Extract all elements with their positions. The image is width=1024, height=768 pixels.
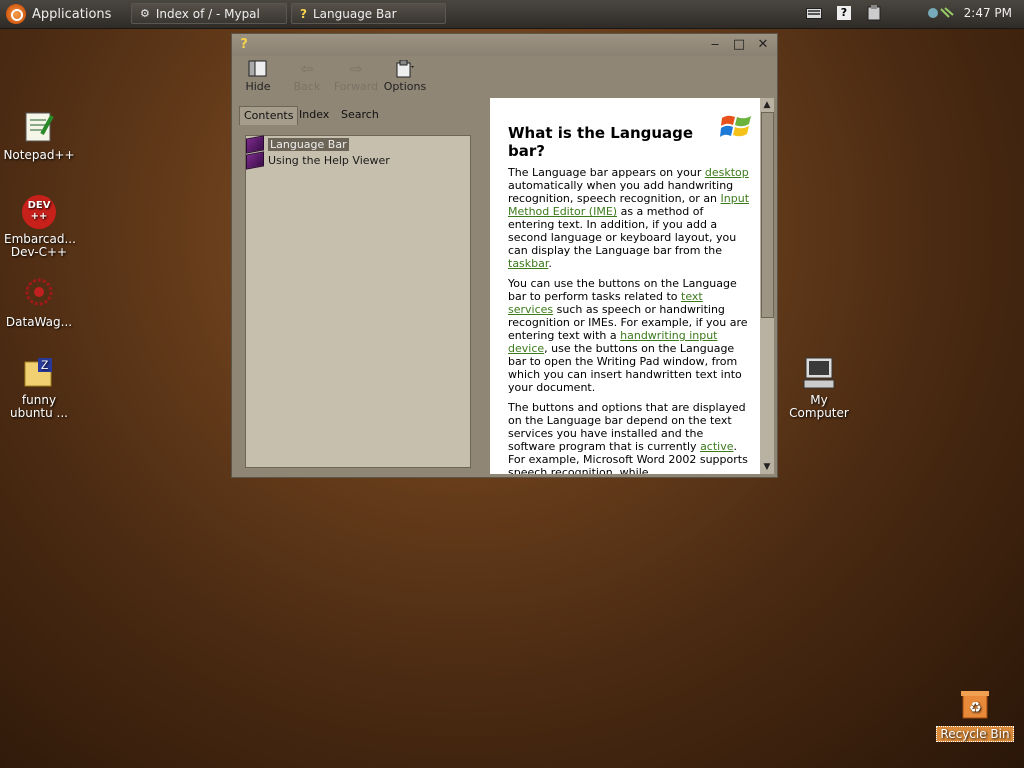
paragraph-2: You can use the buttons on the Language … [508, 277, 750, 394]
clock[interactable]: 2:47 PM [964, 6, 1012, 20]
options-label: Options [383, 80, 427, 93]
tab-label: Search [341, 108, 379, 121]
forward-label: Forward [333, 80, 379, 93]
options-icon [381, 59, 429, 78]
tab-label: Contents [244, 109, 294, 122]
clipboard-icon[interactable] [864, 4, 884, 22]
desktop-icon-label: Notepad++ [3, 148, 75, 162]
text-span: , use the buttons on the Language bar to… [508, 342, 742, 394]
text-span: The Language bar appears on your [508, 166, 705, 179]
help-toolbar: Hide ⇦ Back ⇨ Forward Options [232, 56, 777, 100]
forward-button[interactable]: ⇨ Forward [332, 60, 380, 93]
keyboard-icon[interactable] [804, 4, 824, 22]
navigation-pane: Contents Index Search Language Bar Using… [237, 102, 475, 472]
ubuntu-logo-icon [6, 4, 26, 24]
notepad-icon [22, 110, 56, 144]
desktop-icon-label: My Computer [789, 393, 849, 420]
tab-index[interactable]: Index [295, 106, 333, 124]
back-button[interactable]: ⇦ Back [283, 60, 331, 93]
applications-menu[interactable]: Applications [6, 3, 111, 25]
desktop-icon-label: Recycle Bin [936, 726, 1014, 742]
hide-icon [234, 60, 282, 78]
maximize-button[interactable]: □ [731, 37, 747, 53]
taskbar-item-mypal[interactable]: ⚙ Index of / - Mypal [131, 3, 287, 24]
hide-button[interactable]: Hide [234, 60, 282, 93]
window-titlebar[interactable]: ? ‒ □ ✕ [232, 34, 777, 56]
browser-icon: ⚙ [140, 7, 150, 20]
tree-item-help-viewer[interactable]: Using the Help Viewer [246, 151, 390, 170]
computer-icon [802, 356, 836, 390]
top-panel: Applications ⚙ Index of / - Mypal ? Lang… [0, 0, 1024, 29]
close-button[interactable]: ✕ [755, 37, 771, 53]
devcpp-badge: DEV ++ [27, 200, 51, 222]
tree-item-label: Language Bar [268, 138, 349, 151]
network-icon[interactable] [924, 4, 956, 22]
minimize-button[interactable]: ‒ [707, 37, 723, 53]
applications-label: Applications [32, 6, 112, 22]
tab-search[interactable]: Search [337, 106, 383, 124]
tab-label: Index [299, 108, 330, 121]
paragraph-1: The Language bar appears on your desktop… [508, 166, 750, 270]
desktop-icon-devcpp[interactable]: DEV ++ Embarcad... Dev-C++ [0, 195, 79, 259]
help-tray-icon[interactable]: ? [834, 4, 854, 22]
zip-folder-icon: Z [22, 356, 56, 390]
desktop-icon-label: Embarcad... Dev-C++ [4, 232, 76, 259]
desktop-icon-datawag[interactable]: DataWag... [0, 277, 79, 329]
svg-text:Z: Z [41, 358, 48, 372]
scroll-up-icon[interactable]: ▲ [760, 98, 774, 112]
paragraph-3: The buttons and options that are display… [508, 401, 750, 474]
scroll-thumb[interactable] [761, 112, 774, 318]
taskbar-item-label: Index of / - Mypal [155, 6, 260, 21]
content-scrollbar[interactable]: ▲ ▼ [760, 98, 774, 474]
contents-tree: Language Bar Using the Help Viewer [245, 135, 471, 468]
tab-contents[interactable]: Contents [239, 106, 299, 125]
help-window: ? ‒ □ ✕ Hide ⇦ Back ⇨ Forward Options Co… [231, 33, 778, 478]
recycle-bin-icon: ♻ [958, 688, 992, 722]
desktop-icon-my-computer[interactable]: My Computer [779, 356, 859, 420]
back-label: Back [293, 80, 321, 93]
link-active[interactable]: active [700, 440, 733, 453]
windows-logo-icon [720, 115, 751, 137]
svg-text:♻: ♻ [969, 700, 982, 716]
help-app-icon: ? [240, 37, 248, 52]
desktop-icon-recycle-bin[interactable]: ♻ Recycle Bin [935, 688, 1015, 742]
desktop-icon-label: DataWag... [5, 315, 73, 329]
link-taskbar[interactable]: taskbar [508, 257, 548, 270]
help-content-pane: What is the Language bar? The Language b… [490, 98, 760, 474]
back-arrow-icon: ⇦ [300, 60, 314, 78]
desktop-icon-zip[interactable]: Z funny ubuntu ... [0, 356, 79, 420]
scroll-down-icon[interactable]: ▼ [760, 460, 774, 474]
desktop-icon-label: funny ubuntu ... [9, 393, 68, 420]
book-icon [246, 151, 264, 170]
tree-item-language-bar[interactable]: Language Bar [246, 135, 349, 154]
tree-item-label: Using the Help Viewer [268, 154, 390, 167]
datawag-icon [22, 277, 56, 311]
forward-arrow-icon: ⇨ [349, 60, 363, 78]
options-button[interactable]: Options [381, 59, 429, 93]
taskbar-item-label: Language Bar [312, 6, 397, 21]
link-desktop[interactable]: desktop [705, 166, 749, 179]
taskbar-item-language-bar[interactable]: ? Language Bar [291, 3, 446, 24]
text-span: automatically when you add handwriting r… [508, 179, 734, 205]
help-icon: ? [300, 6, 307, 21]
help-topic-title: What is the Language bar? [508, 124, 694, 160]
hide-label: Hide [245, 80, 271, 93]
devcpp-icon: DEV ++ [22, 195, 56, 229]
text-span: . [548, 257, 552, 270]
desktop-icon-notepadpp[interactable]: Notepad++ [0, 110, 79, 162]
